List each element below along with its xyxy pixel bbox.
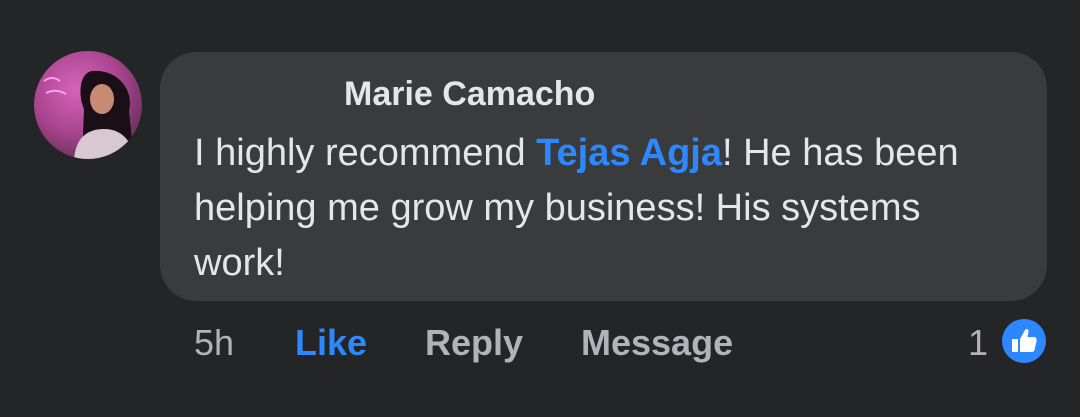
reply-button[interactable]: Reply (425, 318, 523, 368)
timestamp[interactable]: 5h (194, 318, 234, 368)
avatar-image (34, 51, 142, 159)
author-name[interactable]: Marie Camacho (344, 74, 595, 114)
comment-text: I highly recommend Tejas Agja! He has be… (194, 126, 1014, 291)
thumbs-up-icon[interactable] (1001, 318, 1047, 364)
mention-link[interactable]: Tejas Agja (536, 132, 722, 174)
reaction-count[interactable]: 1 (968, 318, 988, 368)
like-button[interactable]: Like (295, 318, 367, 368)
avatar[interactable] (34, 51, 142, 159)
message-button[interactable]: Message (581, 318, 733, 368)
comment-text-start: I highly recommend (194, 132, 537, 174)
